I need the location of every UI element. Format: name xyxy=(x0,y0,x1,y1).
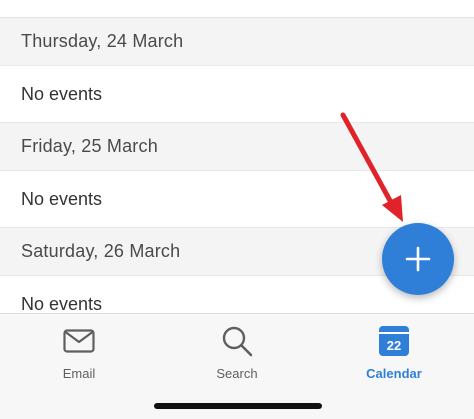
plus-icon xyxy=(405,246,431,272)
magnifier-icon xyxy=(222,326,253,357)
tab-email-label: Email xyxy=(62,366,96,381)
day-events-thursday[interactable]: No events xyxy=(0,66,474,123)
tab-search[interactable]: Search xyxy=(177,324,297,388)
tab-calendar-label: Calendar xyxy=(366,366,422,381)
no-events-label: No events xyxy=(21,188,103,209)
home-indicator xyxy=(154,403,322,409)
day-header-label: Thursday, 24 March xyxy=(21,31,184,51)
new-event-button[interactable] xyxy=(382,223,454,295)
day-header-label: Saturday, 26 March xyxy=(21,241,181,261)
agenda-top-strip xyxy=(0,0,474,18)
tab-email[interactable]: Email xyxy=(19,324,139,388)
no-events-label: No events xyxy=(21,83,103,104)
day-header-thursday: Thursday, 24 March xyxy=(0,18,474,66)
day-header-friday: Friday, 25 March xyxy=(0,123,474,171)
tab-calendar[interactable]: 22 Calendar xyxy=(334,324,454,388)
calendar-icon-day: 22 xyxy=(386,338,402,353)
tab-search-label: Search xyxy=(216,366,258,381)
calendar-icon: 22 xyxy=(379,326,409,356)
no-events-label: No events xyxy=(21,293,103,314)
day-events-friday[interactable]: No events xyxy=(0,171,474,228)
envelope-icon xyxy=(63,329,95,353)
day-header-label: Friday, 25 March xyxy=(21,136,158,156)
